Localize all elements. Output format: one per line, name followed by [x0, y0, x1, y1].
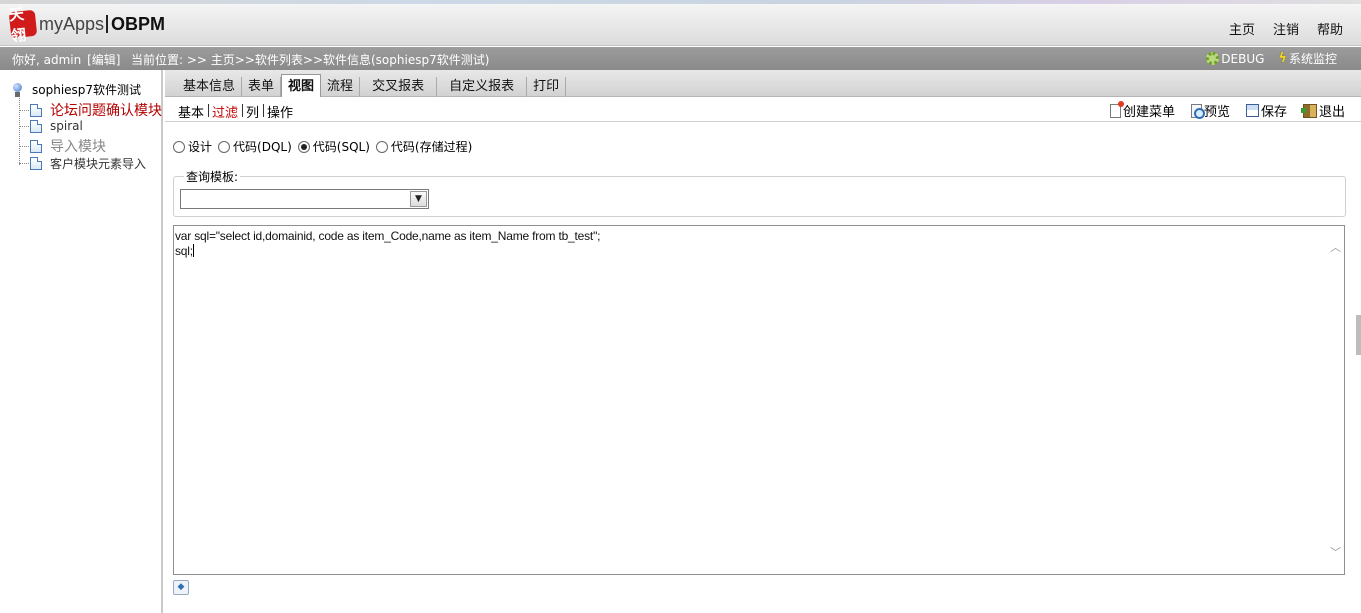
- expand-editor-icon[interactable]: ◆: [173, 580, 189, 595]
- tab-custom-report[interactable]: 自定义报表: [437, 77, 528, 97]
- document-icon: [30, 139, 42, 153]
- mode-sql-radio[interactable]: 代码(SQL): [297, 138, 370, 155]
- radio-circle-selected: [297, 140, 310, 153]
- subtab-divider: [263, 104, 265, 117]
- sub-tab-bar: 基本 过滤 列 操作 创建菜单 预览 保存 退出: [165, 98, 1361, 122]
- radio-label: 代码(存储过程): [390, 140, 473, 154]
- infobar-tools: DEBUG ϟ 系统监控: [1206, 50, 1337, 67]
- mode-radio-group: 设计 代码(DQL) 代码(SQL) 代码(存储过程): [173, 138, 478, 155]
- module-tree: sophiesp7软件测试 论坛问题确认模块 spiral 导入模块 客户模块元…: [0, 70, 163, 613]
- tree-item-customer-module[interactable]: 客户模块元素导入: [19, 155, 146, 172]
- tree-item-forum-module[interactable]: 论坛问题确认模块: [19, 100, 162, 120]
- subtab-divider: [208, 104, 210, 117]
- logo-text: myApps: [39, 13, 105, 34]
- scroll-up-icon[interactable]: ︿: [1330, 242, 1341, 253]
- exit-button[interactable]: 退出: [1300, 101, 1345, 120]
- main-tabs: 基本信息 表单 视图 流程 交叉报表 自定义报表 打印: [179, 74, 567, 97]
- logo-product: OBPM: [111, 13, 166, 34]
- scroll-down-icon[interactable]: ﹀: [1330, 547, 1341, 558]
- radio-circle: [218, 140, 231, 153]
- greeting-text: 你好, admin: [12, 53, 82, 67]
- radio-label: 代码(SQL): [312, 140, 370, 154]
- subtab-divider: [242, 104, 244, 117]
- radio-label: 代码(DQL): [233, 140, 292, 154]
- create-menu-label: 创建菜单: [1122, 105, 1175, 120]
- exit-label: 退出: [1318, 105, 1345, 120]
- code-line-2: sql;: [175, 244, 193, 258]
- app-logo: 天翎 myApps OBPM: [8, 5, 166, 45]
- breadcrumb: 当前位置: >> 主页>>软件列表>>软件信息(sophiesp7软件测试): [131, 53, 490, 67]
- subtab-columns[interactable]: 列: [246, 102, 262, 121]
- query-template-legend: 查询模板:: [184, 168, 241, 185]
- save-button[interactable]: 保存: [1245, 101, 1287, 120]
- document-icon: [30, 103, 42, 117]
- tab-basic-info[interactable]: 基本信息: [179, 77, 243, 97]
- header-top-strip: [0, 0, 1361, 4]
- sql-code-editor[interactable]: var sql="select id,domainid, code as ite…: [173, 225, 1345, 575]
- save-label: 保存: [1260, 105, 1287, 120]
- tree-item-label: 导入模块: [50, 139, 106, 155]
- tab-form[interactable]: 表单: [242, 77, 282, 97]
- document-icon: [30, 119, 42, 133]
- new-document-icon: [1109, 100, 1124, 118]
- edit-profile-link[interactable]: [编辑]: [87, 53, 120, 67]
- tree-item-spiral[interactable]: spiral: [19, 119, 83, 133]
- debug-button[interactable]: DEBUG: [1206, 50, 1264, 67]
- mode-dql-radio[interactable]: 代码(DQL): [218, 138, 292, 155]
- radio-circle: [173, 140, 185, 153]
- subtab-basic[interactable]: 基本: [178, 102, 207, 121]
- save-disk-icon: [1245, 104, 1259, 117]
- app-header: 天翎 myApps OBPM 主页 注销 帮助: [0, 0, 1361, 46]
- tab-crosstab-report[interactable]: 交叉报表: [360, 77, 438, 97]
- logo-mark-icon: 天翎: [8, 5, 38, 45]
- system-monitor-label: 系统监控: [1288, 52, 1337, 66]
- mode-procedure-radio[interactable]: 代码(存储过程): [375, 138, 473, 155]
- logo-separator: [106, 15, 109, 33]
- nav-logout-link[interactable]: 注销: [1273, 19, 1299, 38]
- exit-door-icon: [1300, 103, 1317, 118]
- application-icon: [12, 82, 23, 97]
- code-content[interactable]: var sql="select id,domainid, code as ite…: [175, 229, 600, 259]
- tree-root[interactable]: sophiesp7软件测试: [12, 81, 141, 98]
- radio-label: 设计: [188, 140, 213, 154]
- tab-view[interactable]: 视图: [281, 74, 322, 97]
- create-menu-button[interactable]: 创建菜单: [1109, 100, 1175, 120]
- info-bar: 你好, admin [编辑] 当前位置: >> 主页>>软件列表>>软件信息(s…: [0, 47, 1361, 70]
- subtab-filter[interactable]: 过滤: [212, 102, 241, 121]
- nav-home-link[interactable]: 主页: [1229, 19, 1255, 38]
- tree-item-import-module[interactable]: 导入模块: [19, 136, 106, 156]
- greeting: 你好, admin [编辑]: [12, 51, 120, 68]
- nav-help-link[interactable]: 帮助: [1317, 19, 1343, 38]
- preview-label: 预览: [1203, 105, 1230, 120]
- main-tab-bar: 基本信息 表单 视图 流程 交叉报表 自定义报表 打印: [165, 70, 1361, 97]
- radio-circle: [375, 140, 388, 153]
- tree-root-label: sophiesp7软件测试: [32, 83, 142, 97]
- debug-label: DEBUG: [1221, 51, 1265, 66]
- text-caret: [192, 244, 194, 257]
- preview-button[interactable]: 预览: [1190, 101, 1230, 120]
- tree-item-label: 论坛问题确认模块: [50, 103, 162, 119]
- tab-print[interactable]: 打印: [527, 77, 567, 97]
- top-nav: 主页 注销 帮助: [1229, 19, 1343, 38]
- system-monitor-button[interactable]: ϟ 系统监控: [1278, 50, 1337, 67]
- sub-tabs: 基本 过滤 列 操作: [178, 102, 296, 121]
- chevron-down-icon[interactable]: ▼: [410, 191, 427, 207]
- page-scrollbar-edge[interactable]: [1356, 315, 1361, 355]
- subtab-operations[interactable]: 操作: [267, 102, 296, 121]
- document-icon: [30, 157, 42, 170]
- query-template-select[interactable]: ▼: [180, 189, 429, 209]
- mode-design-radio[interactable]: 设计: [173, 138, 212, 155]
- lightning-icon: ϟ: [1278, 51, 1287, 66]
- debug-gear-icon: [1206, 52, 1220, 65]
- view-actions: 创建菜单 预览 保存 退出: [1109, 100, 1345, 120]
- tab-workflow[interactable]: 流程: [321, 77, 361, 97]
- editor-scrollbar[interactable]: ︿ ﹀: [1327, 226, 1344, 574]
- tree-item-label: spiral: [50, 119, 83, 133]
- tree-item-label: 客户模块元素导入: [50, 157, 147, 171]
- code-line-1: var sql="select id,domainid, code as ite…: [175, 229, 601, 243]
- preview-magnifier-icon: [1190, 103, 1205, 119]
